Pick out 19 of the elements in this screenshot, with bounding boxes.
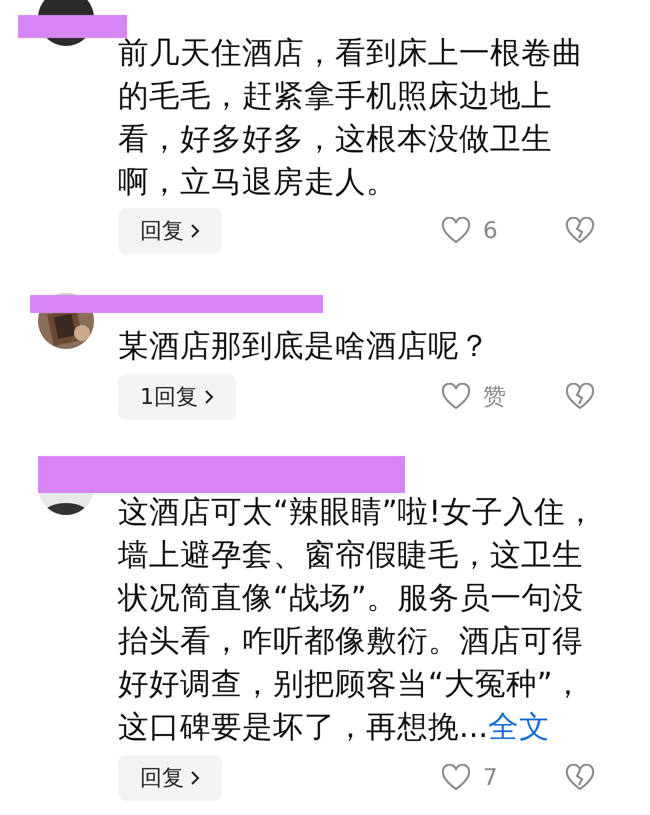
like-icon[interactable] <box>441 383 471 411</box>
comment-text: 前几天住酒店，看到床上一根卷曲的毛毛，赶紧拿手机照床边地上看，好多好多，这根本没做卫生啊，立马退房走人。 <box>118 35 584 202</box>
caret-icon <box>190 770 200 786</box>
like-count: 6 <box>483 216 499 246</box>
like-count: 赞 <box>483 382 507 412</box>
like-icon[interactable] <box>441 217 471 245</box>
full-text-link[interactable]: 全文 <box>488 710 550 745</box>
broken-heart-icon[interactable] <box>565 383 595 411</box>
caret-icon <box>190 223 200 239</box>
like-count: 7 <box>483 764 499 793</box>
comment-text: 这酒店可太“辣眼睛”啦!女子入住，墙上避孕套、窗帘假睫毛，这卫生状况简直像“战场”。服务员一句没抬头看，咋听都像敷衍。酒店可得好好调查，别把顾客当“大冤种”，这口碑要是坏了，再想挽...全文 <box>118 494 597 747</box>
caret-icon <box>204 389 214 405</box>
reply-button[interactable]: 回复 <box>118 755 222 801</box>
broken-heart-icon[interactable] <box>565 764 595 792</box>
like-icon[interactable] <box>441 764 471 792</box>
reply-button[interactable]: 回复 <box>118 208 222 254</box>
reply-button[interactable]: 1回复 <box>118 374 236 420</box>
comment-text: 某酒店那到底是啥酒店呢？ <box>118 328 491 366</box>
broken-heart-icon[interactable] <box>565 217 595 245</box>
